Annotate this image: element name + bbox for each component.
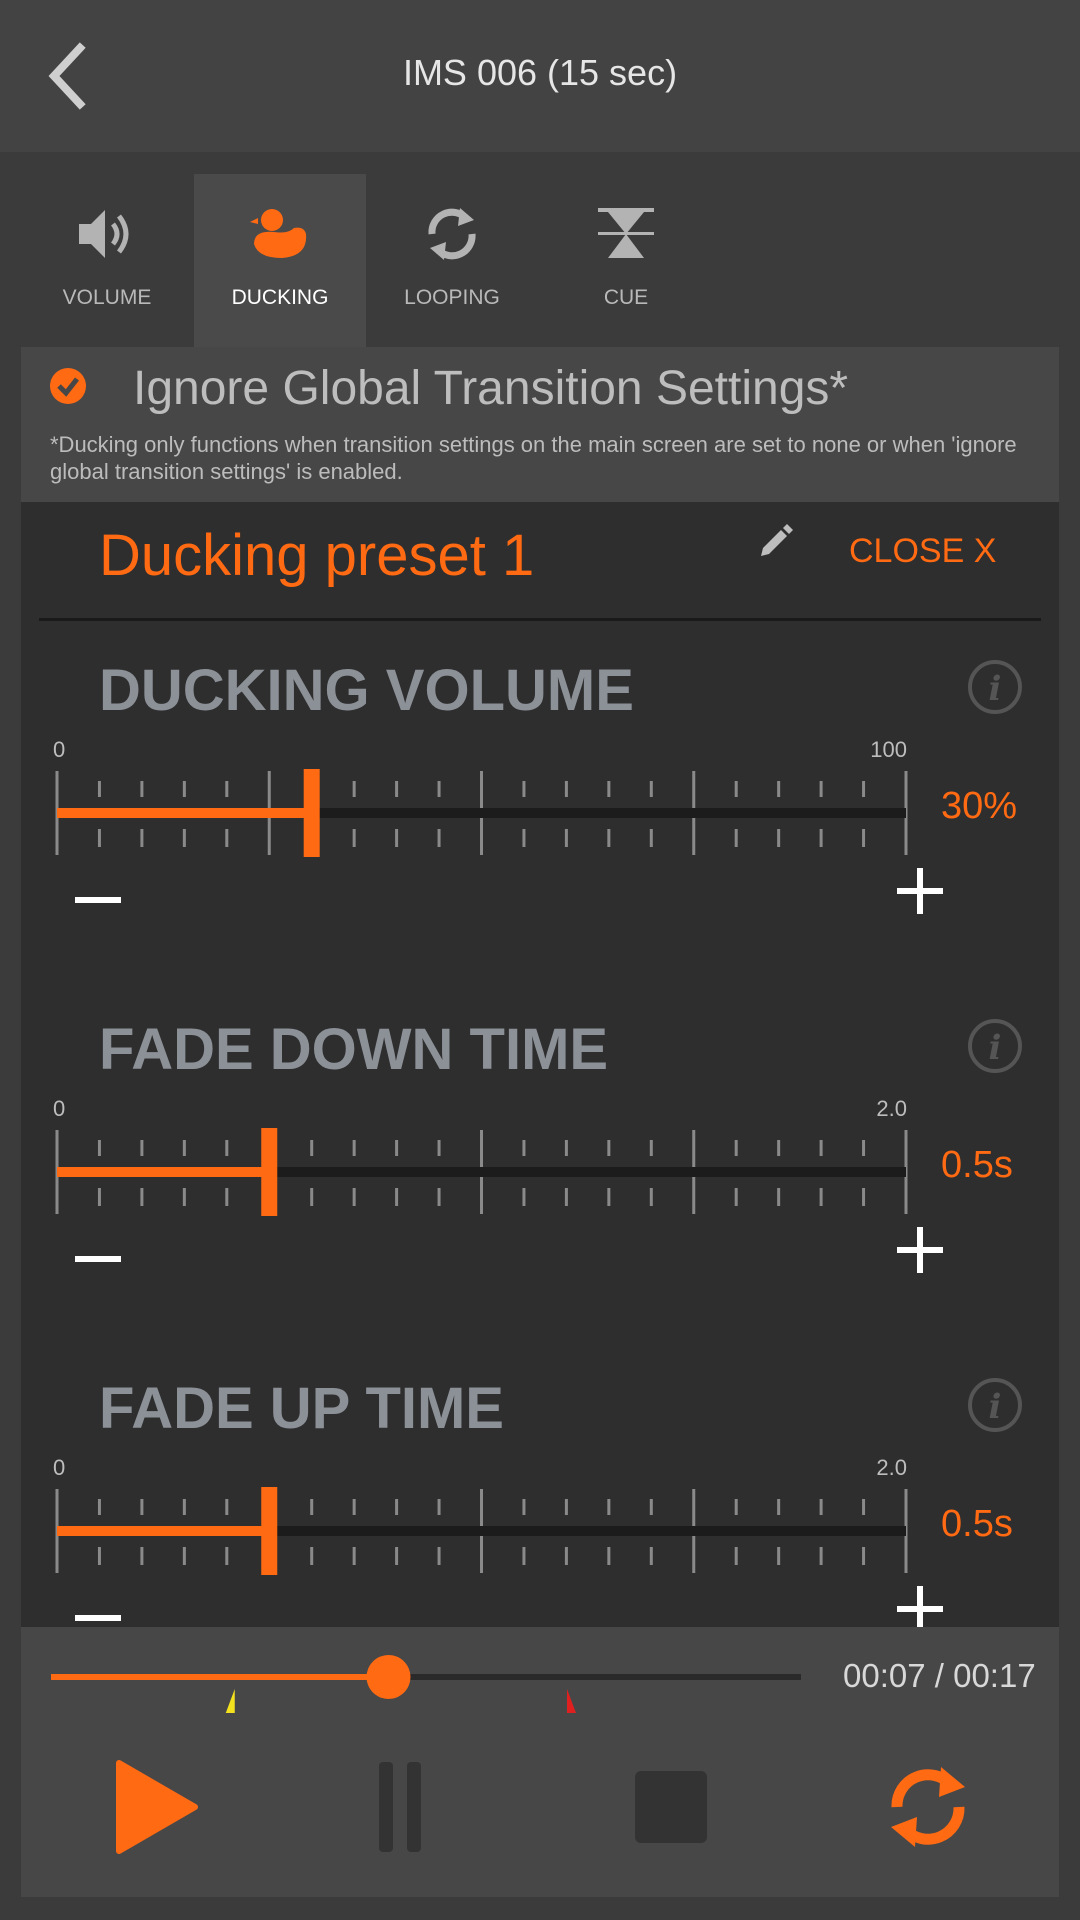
- decrease-button[interactable]: [65, 1226, 129, 1290]
- slider-handle: [261, 1487, 278, 1575]
- tab-cue-label: CUE: [603, 286, 649, 309]
- slider-value: 0.5s: [941, 1144, 1013, 1186]
- tab-looping[interactable]: LOOPING: [366, 174, 538, 347]
- tab-bar: VOLUME DUCKING LOOPING CUE: [0, 152, 1080, 347]
- header-bar: IMS 006 (15 sec): [0, 0, 1080, 152]
- cue-in-marker: [225, 1689, 235, 1713]
- preset-name[interactable]: Ducking preset 1: [99, 522, 534, 589]
- ducking-volume-slider[interactable]: [21, 757, 1059, 867]
- preset-header: Ducking preset 1 CLOSE X: [21, 502, 1059, 622]
- ducking-volume-section: DUCKING VOLUME i 0 100 30%: [21, 657, 1059, 1017]
- ignore-global-note: *Ducking only functions when transition …: [50, 432, 1017, 484]
- seek-progress: [51, 1674, 389, 1680]
- info-icon[interactable]: i: [967, 1377, 1023, 1433]
- increase-button[interactable]: [887, 1577, 951, 1627]
- increase-button[interactable]: [887, 1218, 951, 1282]
- tab-ducking[interactable]: DUCKING: [194, 174, 366, 347]
- fade-up-slider[interactable]: [21, 1475, 1059, 1585]
- tab-volume-label: VOLUME: [62, 286, 152, 309]
- pause-button[interactable]: [371, 1762, 431, 1852]
- svg-text:i: i: [989, 1387, 1002, 1427]
- speaker-icon: [79, 210, 129, 258]
- slider-value: 30%: [941, 785, 1018, 827]
- cue-icon: [598, 208, 654, 258]
- checkbox-checked-icon[interactable]: [49, 367, 87, 405]
- tab-cue[interactable]: CUE: [540, 174, 712, 347]
- preset-divider: [39, 618, 1041, 621]
- ducking-panel: Ignore Global Transition Settings* *Duck…: [21, 347, 1059, 1627]
- slider-handle: [261, 1128, 278, 1216]
- tab-ducking-label: DUCKING: [231, 286, 329, 309]
- page-title: IMS 006 (15 sec): [402, 52, 678, 93]
- fade-down-slider[interactable]: [21, 1116, 1059, 1226]
- fade-up-section: FADE UP TIME i 0 2.0 0.5s: [21, 1375, 1059, 1627]
- player-bar: 00:07 / 00:17: [21, 1627, 1059, 1897]
- tab-volume[interactable]: VOLUME: [21, 174, 193, 347]
- seek-handle: [366, 1655, 411, 1699]
- ignore-global-row: Ignore Global Transition Settings* *Duck…: [21, 347, 1059, 502]
- loop-toggle-button[interactable]: [883, 1759, 973, 1855]
- section-title: FADE DOWN TIME: [99, 1017, 609, 1082]
- slider-value: 0.5s: [941, 1503, 1013, 1545]
- stop-button[interactable]: [631, 1767, 711, 1847]
- slider-handle: [303, 769, 320, 857]
- duck-icon: [250, 209, 307, 258]
- slider-fill: [57, 1167, 270, 1177]
- info-icon[interactable]: i: [967, 1018, 1023, 1074]
- slider-fill: [57, 808, 312, 818]
- svg-text:i: i: [989, 1028, 1002, 1068]
- cue-out-marker: [567, 1689, 576, 1713]
- tab-looping-label: LOOPING: [404, 286, 500, 309]
- close-preset-button[interactable]: CLOSE X: [849, 532, 996, 571]
- time-readout: 00:07 / 00:17: [843, 1657, 1036, 1694]
- increase-button[interactable]: [887, 859, 951, 923]
- app-root: IMS 006 (15 sec) VOLUME DUCKING LOOPING …: [0, 0, 1080, 1920]
- play-button[interactable]: [111, 1757, 201, 1857]
- loop-icon: [428, 208, 476, 260]
- slider-fill: [57, 1526, 270, 1536]
- ignore-global-title[interactable]: Ignore Global Transition Settings*: [133, 361, 848, 416]
- section-title: FADE UP TIME: [99, 1376, 504, 1441]
- decrease-button[interactable]: [65, 1585, 129, 1627]
- svg-text:i: i: [989, 669, 1002, 709]
- section-title: DUCKING VOLUME: [99, 658, 634, 723]
- pencil-icon[interactable]: [755, 522, 795, 562]
- decrease-button[interactable]: [65, 867, 129, 931]
- fade-down-section: FADE DOWN TIME i 0 2.0 0.5s: [21, 1016, 1059, 1376]
- info-icon[interactable]: i: [967, 659, 1023, 715]
